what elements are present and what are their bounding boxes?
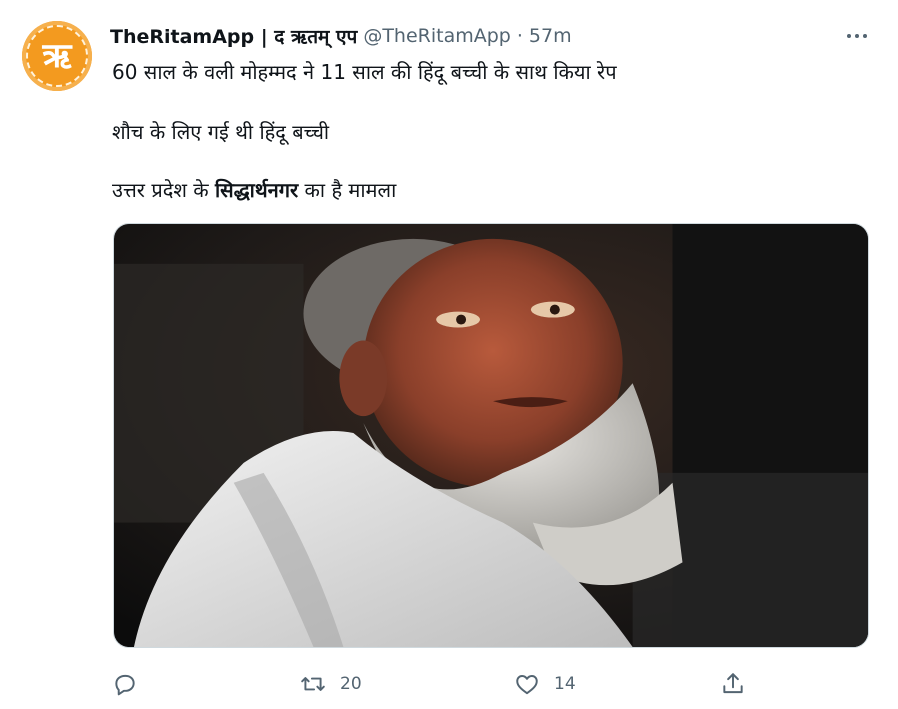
retweet-count: 20 [340, 674, 362, 694]
tweet-card[interactable]: ऋ TheRitamApp | द ऋतम् एप @TheRitamApp ·… [0, 0, 898, 709]
reply-button[interactable] [112, 668, 152, 700]
line3-prefix: उत्तर प्रदेश के [112, 178, 215, 202]
reply-icon [115, 674, 135, 696]
tweet-text-line3: उत्तर प्रदेश के सिद्धार्थनगर का है मामला [112, 176, 396, 203]
retweet-icon [301, 677, 325, 691]
like-count: 14 [554, 674, 576, 694]
author-name[interactable]: TheRitamApp | द ऋतम् एप [110, 23, 357, 49]
avatar[interactable]: ऋ [22, 21, 92, 91]
line3-bold: सिद्धार्थनगर [215, 178, 299, 202]
tweet-header: TheRitamApp | द ऋतम् एप @TheRitamApp · 5… [110, 22, 572, 50]
media-photo [114, 224, 868, 647]
share-button[interactable] [720, 668, 746, 700]
like-button[interactable]: 14 [514, 668, 576, 700]
more-icon[interactable] [842, 24, 872, 48]
tweet-text-line1: 60 साल के वली मोहम्मद ने 11 साल की हिंदू… [112, 60, 617, 84]
author-handle[interactable]: @TheRitamApp [363, 25, 511, 47]
line3-suffix: का है मामला [298, 178, 397, 202]
tweet-text-line2: शौच के लिए गई थी हिंदू बच्ची [112, 120, 330, 144]
tweet-actions: 20 14 [112, 668, 752, 700]
tweet-media-image[interactable] [113, 223, 869, 648]
tweet-time[interactable]: 57m [529, 25, 572, 47]
separator-dot: · [516, 25, 523, 47]
retweet-button[interactable]: 20 [300, 668, 362, 700]
share-icon [723, 673, 743, 694]
avatar-logo: ऋ [26, 25, 88, 87]
like-icon [516, 675, 538, 695]
